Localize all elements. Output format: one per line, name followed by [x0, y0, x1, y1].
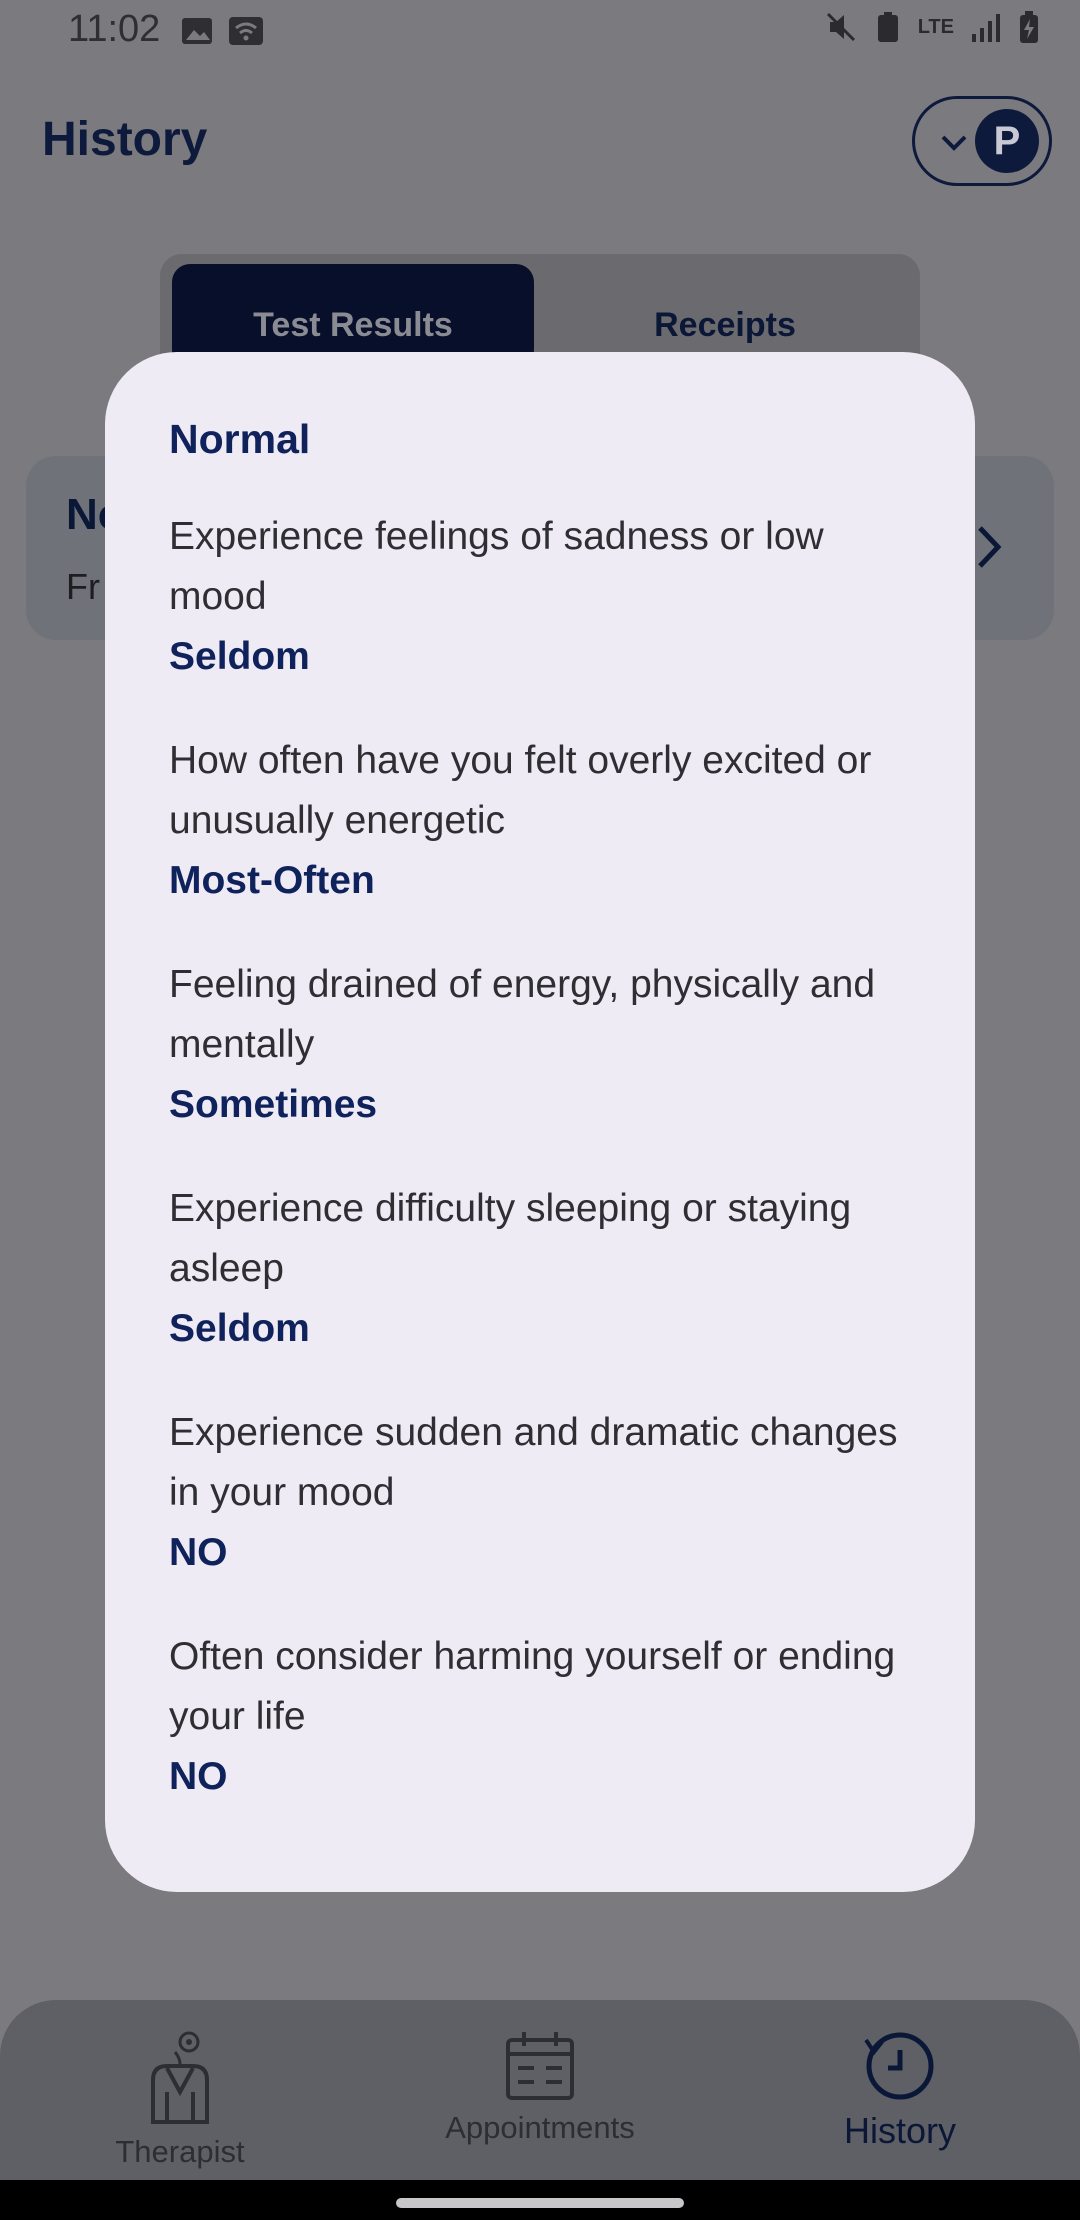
- battery-saver-icon: [877, 12, 898, 42]
- profile-switcher[interactable]: P: [912, 96, 1052, 186]
- chevron-right-icon: [978, 526, 1002, 568]
- test-result-details-dialog: Normal Experience feelings of sadness or…: [105, 352, 975, 1892]
- network-type-label: LTE: [917, 15, 954, 38]
- history-clock-icon: [864, 2032, 934, 2100]
- avatar: P: [975, 109, 1039, 173]
- dialog-content: Normal Experience feelings of sadness or…: [169, 416, 911, 1851]
- therapist-icon: [151, 2031, 209, 2124]
- question-text: How often have you felt overly excited o…: [169, 739, 872, 842]
- nav-appointments[interactable]: Appointments: [390, 2030, 690, 2146]
- signal-icon: [972, 14, 1000, 42]
- question-answer-item: Feeling drained of energy, physically an…: [169, 955, 911, 1135]
- answer-text: Sometimes: [169, 1083, 378, 1126]
- nav-label-therapist: Therapist: [115, 2134, 245, 2169]
- gesture-navigation-area: [0, 2180, 1080, 2220]
- answer-text: Most-Often: [169, 859, 375, 902]
- battery-charging-icon: [1020, 11, 1038, 43]
- question-text: Experience difficulty sleeping or stayin…: [169, 1187, 852, 1290]
- question-answer-item: Experience feelings of sadness or low mo…: [169, 507, 911, 687]
- mute-icon: [826, 12, 855, 42]
- answer-text: Seldom: [169, 635, 310, 678]
- calendar-icon: [506, 2032, 574, 2100]
- question-answer-item: Often consider harming yourself or endin…: [169, 1627, 911, 1807]
- gesture-handle[interactable]: [396, 2198, 684, 2208]
- answer-text: Seldom: [169, 1307, 310, 1350]
- status-time: 11:02: [68, 8, 161, 50]
- nav-therapist[interactable]: Therapist: [30, 2030, 330, 2170]
- question-text: Feeling drained of energy, physically an…: [169, 963, 876, 1066]
- chevron-down-icon: [941, 135, 967, 151]
- answer-text: NO: [169, 1531, 228, 1574]
- question-answer-item: Experience sudden and dramatic changes i…: [169, 1403, 911, 1583]
- status-bar: 11:02 LTE: [0, 0, 1080, 62]
- question-answer-item: How often have you felt overly excited o…: [169, 731, 911, 911]
- question-text: Often consider harming yourself or endin…: [169, 1635, 896, 1738]
- status-right-icons: LTE: [824, 10, 1040, 44]
- image-icon: [182, 18, 212, 44]
- wifi-icon: [229, 17, 263, 45]
- result-card-subtitle: Fr: [66, 566, 100, 607]
- result-level-heading: Normal: [169, 416, 311, 462]
- nav-history[interactable]: History: [750, 2030, 1050, 2152]
- nav-label-appointments: Appointments: [445, 2110, 635, 2145]
- question-text: Experience sudden and dramatic changes i…: [169, 1411, 898, 1514]
- bottom-navigation: Therapist Appointments History: [0, 2000, 1080, 2180]
- answer-text: NO: [169, 1755, 228, 1798]
- question-answer-item: Experience difficulty sleeping or stayin…: [169, 1179, 911, 1359]
- nav-label-history: History: [843, 2110, 956, 2151]
- question-text: Experience feelings of sadness or low mo…: [169, 515, 824, 618]
- page-title: History: [42, 113, 208, 166]
